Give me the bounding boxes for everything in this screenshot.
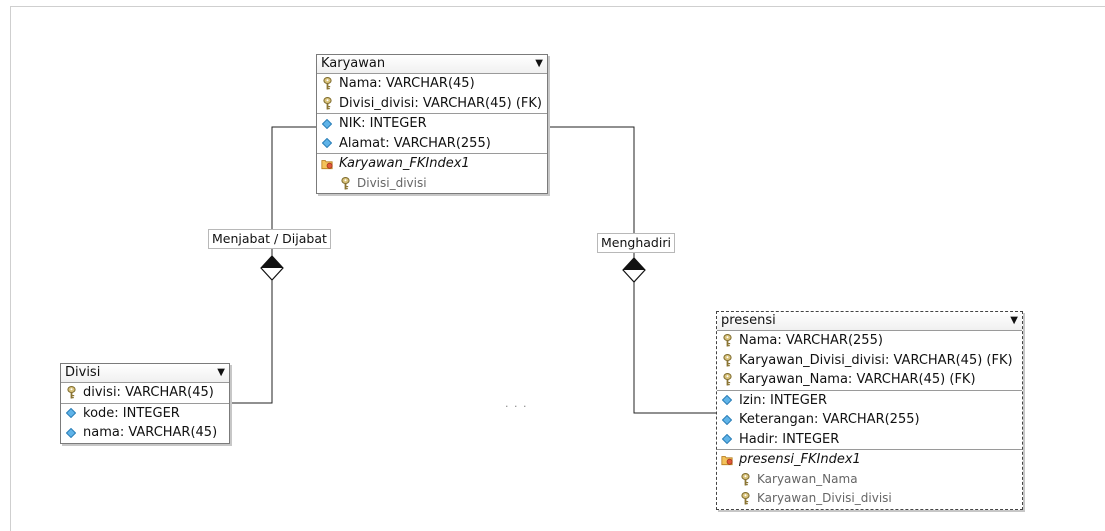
attribute-label: Hadir: INTEGER	[739, 431, 840, 447]
relationship-label-menjabat[interactable]: Menjabat / Dijabat	[208, 229, 331, 249]
diamond-menghadiri-fill-icon	[623, 258, 645, 270]
primary-key-section: Nama: VARCHAR(45) Divisi_divisi: VARCHAR(…	[317, 74, 547, 114]
attribute-section: Izin: INTEGER Keterangan: VARCHAR(255) Had…	[717, 391, 1022, 450]
attribute-section: NIK: INTEGER Alamat: VARCHAR(255)	[317, 114, 547, 154]
entity-presensi[interactable]: presensi ▼ Nama: VARCHAR(255) Karyawan_Di…	[716, 311, 1023, 510]
primary-key-label: Karyawan_Nama: VARCHAR(45) (FK)	[739, 372, 976, 387]
attribute-icon	[721, 414, 733, 426]
index-column-row[interactable]: Karyawan_Divisi_divisi	[717, 489, 1022, 509]
primary-key-label: Nama: VARCHAR(255)	[739, 333, 883, 348]
attribute-label: Keterangan: VARCHAR(255)	[739, 412, 920, 427]
index-name: Karyawan_FKIndex1	[339, 156, 470, 171]
attribute-icon	[65, 427, 77, 439]
attribute-label: NIK: INTEGER	[339, 116, 427, 131]
attribute-row[interactable]: Keterangan: VARCHAR(255)	[717, 410, 1022, 430]
primary-key-label: Divisi_divisi: VARCHAR(45) (FK)	[339, 95, 542, 111]
connector-divisi-karyawan[interactable]	[229, 278, 273, 404]
primary-key-row[interactable]: Nama: VARCHAR(45)	[317, 74, 547, 94]
primary-key-icon	[721, 353, 733, 367]
index-name: presensi_FKIndex1	[739, 452, 861, 467]
attribute-row[interactable]: NIK: INTEGER	[317, 114, 547, 134]
attribute-icon	[721, 394, 733, 406]
attribute-section: kode: INTEGER nama: VARCHAR(45)	[61, 404, 229, 443]
entity-divisi[interactable]: Divisi ▼ divisi: VARCHAR(45) kode: INTEG…	[60, 363, 230, 444]
index-icon	[321, 158, 333, 170]
attribute-icon	[65, 407, 77, 419]
primary-key-row[interactable]: Divisi_divisi: VARCHAR(45) (FK)	[317, 94, 547, 114]
attribute-row[interactable]: kode: INTEGER	[61, 404, 229, 424]
entity-title: Divisi	[65, 365, 101, 380]
entity-header[interactable]: Karyawan ▼	[317, 55, 547, 74]
index-column-row[interactable]: Karyawan_Nama	[717, 470, 1022, 490]
index-column-label: Divisi_divisi	[357, 175, 427, 190]
primary-key-icon	[65, 386, 77, 399]
diagram-canvas: Menjabat / Dijabat Menghadiri Karyawan ▼…	[0, 0, 1105, 531]
index-section: Karyawan_FKIndex1 Divisi_divisi	[317, 154, 547, 193]
attribute-label: Izin: INTEGER	[739, 392, 828, 408]
attribute-label: kode: INTEGER	[83, 405, 180, 421]
dropdown-arrow-icon[interactable]: ▼	[217, 364, 225, 382]
attribute-row[interactable]: Alamat: VARCHAR(255)	[317, 134, 547, 154]
primary-key-row[interactable]: Karyawan_Nama: VARCHAR(45) (FK)	[717, 370, 1022, 390]
attribute-row[interactable]: nama: VARCHAR(45)	[61, 423, 229, 443]
primary-key-icon	[721, 373, 733, 386]
index-icon	[721, 454, 733, 466]
relationship-label-menghadiri[interactable]: Menghadiri	[597, 233, 675, 253]
index-row[interactable]: Karyawan_FKIndex1	[317, 154, 547, 174]
primary-key-label: Nama: VARCHAR(45)	[339, 76, 475, 91]
index-row[interactable]: presensi_FKIndex1	[717, 450, 1022, 470]
attribute-icon	[321, 118, 333, 130]
primary-key-section: Nama: VARCHAR(255) Karyawan_Divisi_divisi…	[717, 331, 1022, 391]
canvas-dots: · · ·	[505, 400, 528, 413]
attribute-row[interactable]: Hadir: INTEGER	[717, 430, 1022, 450]
attribute-icon	[321, 137, 333, 149]
dropdown-arrow-icon[interactable]: ▼	[535, 55, 543, 73]
index-column-label: Karyawan_Divisi_divisi	[757, 491, 892, 505]
diamond-menjabat-fill-icon	[261, 256, 283, 268]
attribute-row[interactable]: Izin: INTEGER	[717, 391, 1022, 411]
primary-key-icon	[739, 492, 751, 505]
primary-key-label: divisi: VARCHAR(45)	[83, 385, 214, 400]
primary-key-icon	[739, 472, 751, 486]
primary-key-label: Karyawan_Divisi_divisi: VARCHAR(45) (FK)	[739, 352, 1013, 368]
attribute-label: Alamat: VARCHAR(255)	[339, 135, 491, 151]
entity-title: Karyawan	[321, 56, 386, 71]
primary-key-icon	[339, 176, 351, 190]
primary-key-row[interactable]: Karyawan_Divisi_divisi: VARCHAR(45) (FK)	[717, 351, 1022, 371]
attribute-label: nama: VARCHAR(45)	[83, 425, 218, 440]
connector-presensi-karyawan[interactable]	[633, 280, 716, 414]
index-section: presensi_FKIndex1 Karyawan_Nama Karyawan_D…	[717, 450, 1022, 509]
primary-key-row[interactable]: Nama: VARCHAR(255)	[717, 331, 1022, 351]
primary-key-section: divisi: VARCHAR(45)	[61, 383, 229, 404]
entity-header[interactable]: Divisi ▼	[61, 364, 229, 383]
dropdown-arrow-icon[interactable]: ▼	[1010, 312, 1018, 330]
primary-key-icon	[321, 77, 333, 90]
primary-key-icon	[321, 96, 333, 110]
entity-title: presensi	[721, 313, 776, 328]
index-column-row[interactable]: Divisi_divisi	[317, 174, 547, 194]
primary-key-icon	[721, 334, 733, 347]
attribute-icon	[721, 433, 733, 445]
entity-karyawan[interactable]: Karyawan ▼ Nama: VARCHAR(45) Divisi_divis…	[316, 54, 548, 194]
primary-key-row[interactable]: divisi: VARCHAR(45)	[61, 383, 229, 403]
entity-header[interactable]: presensi ▼	[717, 312, 1022, 331]
index-column-label: Karyawan_Nama	[757, 471, 858, 486]
